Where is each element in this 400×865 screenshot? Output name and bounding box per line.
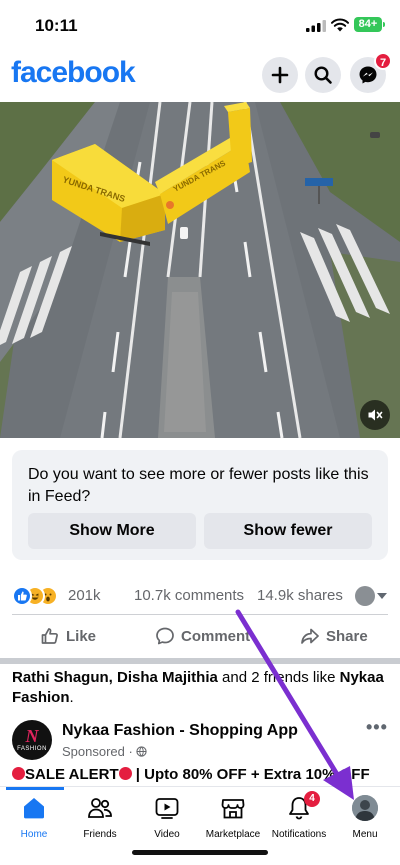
feed-feedback-card: Do you want to see more or fewer posts l… bbox=[12, 450, 388, 560]
status-bar: 10:11 84+ bbox=[0, 0, 400, 52]
feedback-question: Do you want to see more or fewer posts l… bbox=[28, 466, 369, 505]
sponsored-label[interactable]: Sponsored · bbox=[62, 744, 148, 759]
profile-avatar bbox=[352, 795, 378, 821]
video-icon bbox=[155, 798, 179, 819]
reaction-icons bbox=[12, 586, 64, 606]
show-fewer-button[interactable]: Show fewer bbox=[204, 513, 372, 549]
messenger-icon bbox=[359, 66, 377, 84]
marketplace-icon bbox=[221, 799, 245, 819]
active-tab-indicator bbox=[6, 787, 64, 790]
speaker-muted-icon bbox=[368, 409, 383, 421]
share-arrow-icon bbox=[301, 628, 319, 644]
messenger-badge: 7 bbox=[374, 52, 392, 70]
post-video[interactable]: YUNDA TRANS YUNDA TRANS bbox=[0, 102, 400, 438]
battery-indicator: 84+ bbox=[354, 17, 385, 32]
nykaa-fashion-avatar[interactable]: N FASHION bbox=[12, 720, 52, 760]
comment-label: Comment bbox=[181, 627, 251, 645]
red-circle-icon bbox=[12, 767, 25, 780]
feed-separator bbox=[0, 658, 400, 664]
facebook-logo[interactable]: facebook bbox=[11, 56, 136, 90]
comment-icon bbox=[156, 627, 174, 645]
friends-like-line[interactable]: Rathi Shagun, Disha Majithia and 2 frien… bbox=[12, 668, 388, 708]
sponsored-text: Sponsored · bbox=[62, 744, 137, 759]
notifications-icon-wrap: 4 bbox=[286, 791, 320, 821]
status-time: 10:11 bbox=[35, 16, 78, 35]
reacting-as-avatar[interactable] bbox=[355, 586, 375, 606]
profile-photo bbox=[352, 795, 378, 821]
globe-icon bbox=[136, 746, 148, 757]
share-button[interactable]: Share bbox=[300, 618, 368, 654]
comments-count[interactable]: 10.7k comments bbox=[134, 587, 244, 604]
home-icon bbox=[24, 798, 44, 819]
app-header: facebook 7 bbox=[0, 52, 400, 102]
comment-button[interactable]: Comment bbox=[155, 618, 250, 654]
divider bbox=[12, 614, 388, 615]
like-button[interactable]: Like bbox=[40, 618, 96, 654]
tab-label-menu: Menu bbox=[352, 829, 378, 840]
search-button[interactable] bbox=[305, 57, 341, 93]
thumbs-up-icon bbox=[41, 628, 58, 644]
post-actions: Like Comment Share bbox=[0, 618, 400, 654]
ad-headline[interactable]: SALE ALERT | Upto 80% OFF + Extra 10% OF… bbox=[12, 766, 400, 783]
plus-icon bbox=[271, 66, 289, 84]
reaction-count[interactable]: 201k bbox=[68, 587, 101, 604]
home-indicator bbox=[132, 850, 268, 855]
friend-names[interactable]: Rathi Shagun, Disha Majithia bbox=[12, 669, 218, 686]
like-label: Like bbox=[66, 627, 97, 645]
chevron-down-icon[interactable] bbox=[377, 593, 387, 599]
like-reaction-icon bbox=[12, 586, 32, 606]
ad-offer-text: | Upto 80% OFF + Extra 10% OFF bbox=[131, 766, 370, 783]
shares-count[interactable]: 14.9k shares bbox=[257, 587, 343, 604]
messenger-button[interactable]: 7 bbox=[350, 52, 392, 93]
notifications-badge: 4 bbox=[304, 791, 320, 807]
reactions-summary[interactable]: 201k 10.7k comments 14.9k shares bbox=[12, 584, 388, 608]
ad-page-name[interactable]: Nykaa Fashion - Shopping App bbox=[62, 722, 298, 740]
video-frame-highway-trucks: YUNDA TRANS YUNDA TRANS bbox=[0, 102, 400, 438]
nykaa-logo-text: FASHION bbox=[17, 746, 47, 752]
create-post-button[interactable] bbox=[262, 57, 298, 93]
friends-icon bbox=[88, 798, 112, 818]
ad-alert-text: SALE ALERT bbox=[25, 766, 119, 783]
more-options-icon[interactable]: ••• bbox=[366, 717, 388, 738]
cellular-signal-icon bbox=[306, 20, 326, 32]
show-more-button[interactable]: Show More bbox=[28, 513, 196, 549]
mute-toggle-button[interactable] bbox=[360, 400, 390, 430]
search-icon bbox=[314, 66, 332, 84]
friends-like-end: . bbox=[69, 689, 74, 706]
share-label: Share bbox=[326, 627, 368, 645]
friends-like-text: and 2 friends like bbox=[217, 669, 340, 686]
red-circle-icon bbox=[118, 767, 132, 780]
tab-menu[interactable]: Menu bbox=[325, 795, 400, 840]
wifi-icon bbox=[331, 18, 349, 32]
nykaa-logo-letter: N bbox=[25, 726, 39, 746]
